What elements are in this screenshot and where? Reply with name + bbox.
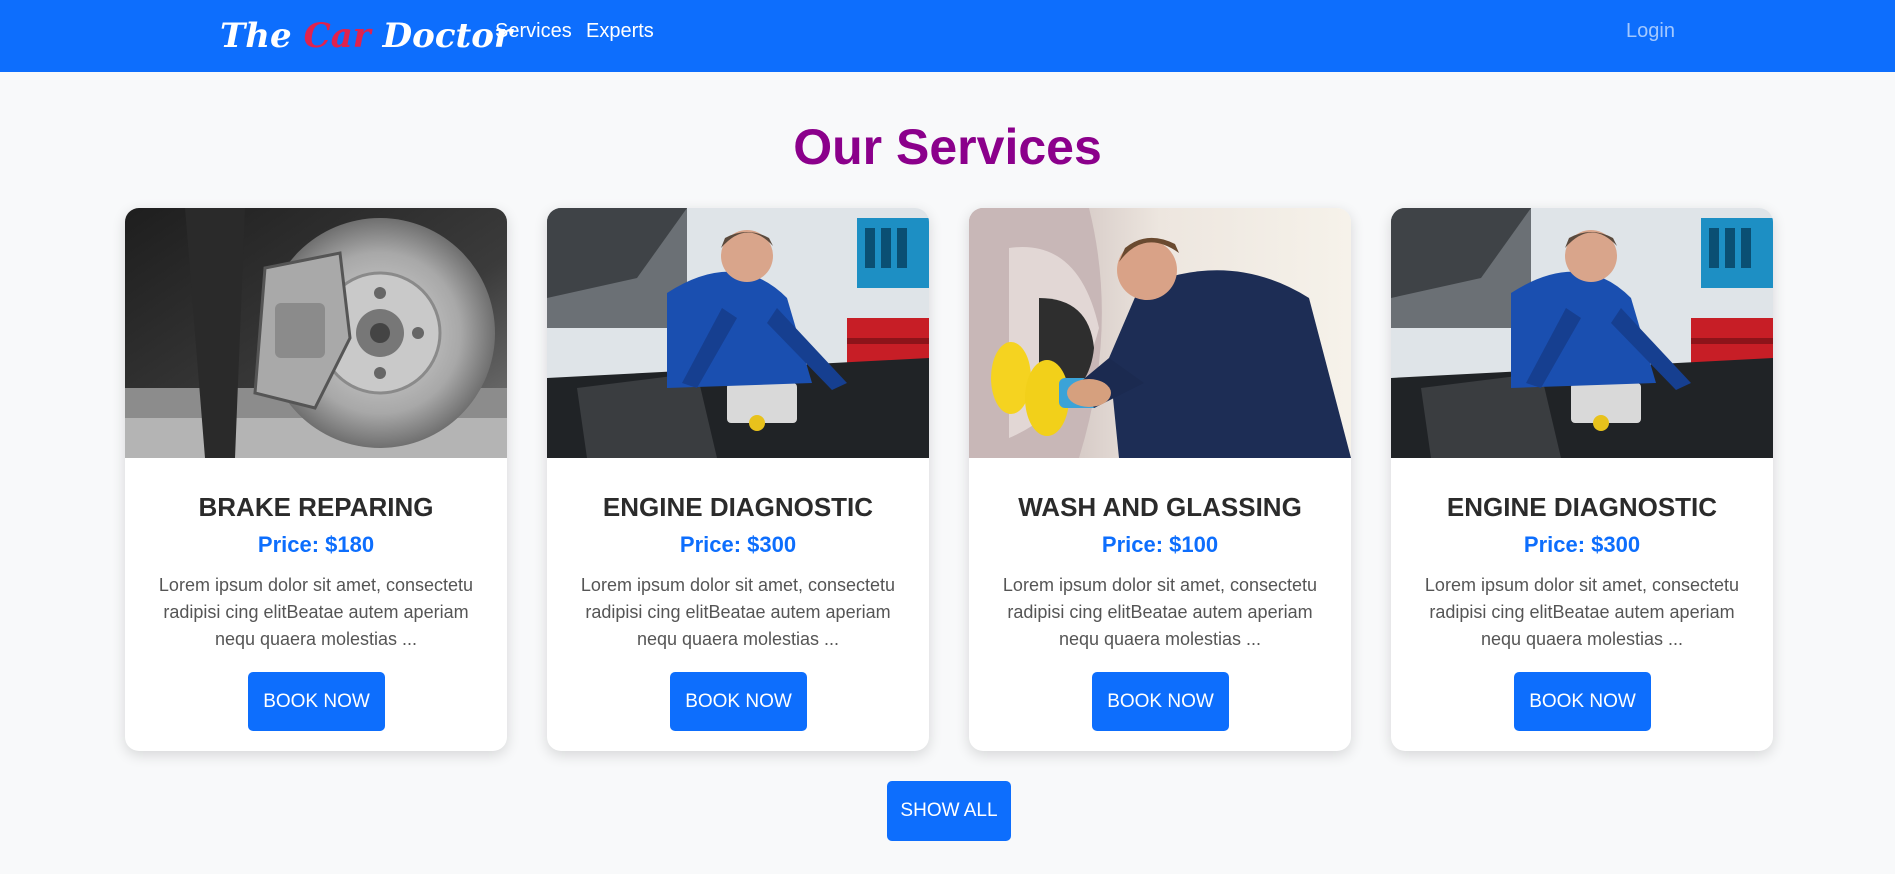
show-all-button[interactable]: SHOW ALL	[887, 781, 1011, 841]
mechanic-engine-image	[1391, 208, 1773, 458]
service-price: Price: $300	[679, 532, 797, 557]
service-card: ENGINE DIAGNOSTIC Price: $300 Lorem ipsu…	[1391, 208, 1773, 751]
nav-link-services[interactable]: Services	[495, 20, 572, 43]
service-price: Price: $180	[257, 532, 375, 557]
brake-disc-image	[125, 208, 507, 458]
site-logo[interactable]: The Car Doctor	[220, 10, 512, 62]
service-card: BRAKE REPARING Price: $180 Lorem ipsum d…	[125, 208, 507, 751]
service-price: Price: $300	[1523, 532, 1641, 557]
book-now-button[interactable]: BOOK NOW	[670, 672, 807, 731]
navbar: The Car Doctor Services Experts Login	[0, 0, 1895, 72]
service-name: WASH AND GLASSING	[1018, 492, 1302, 522]
book-now-button[interactable]: BOOK NOW	[248, 672, 385, 731]
service-description: Lorem ipsum dolor sit amet, consectetu r…	[1002, 575, 1318, 649]
service-name: BRAKE REPARING	[198, 492, 434, 522]
service-description: Lorem ipsum dolor sit amet, consectetu r…	[580, 575, 896, 649]
nav-link-experts[interactable]: Experts	[586, 20, 654, 43]
book-now-button[interactable]: BOOK NOW	[1092, 672, 1229, 731]
mechanic-engine-image	[547, 208, 929, 458]
nav-link-login[interactable]: Login	[1626, 20, 1675, 43]
book-now-button[interactable]: BOOK NOW	[1514, 672, 1651, 731]
service-price: Price: $100	[1101, 532, 1219, 557]
logo-accent: Car	[303, 16, 371, 56]
service-description: Lorem ipsum dolor sit amet, consectetu r…	[1424, 575, 1740, 649]
logo-suffix: Doctor	[382, 16, 512, 56]
page-title: Our Services	[793, 119, 1102, 175]
service-card: WASH AND GLASSING Price: $100 Lorem ipsu…	[969, 208, 1351, 751]
service-name: ENGINE DIAGNOSTIC	[1446, 492, 1718, 522]
logo-prefix: The	[220, 16, 292, 56]
service-name: ENGINE DIAGNOSTIC	[602, 492, 874, 522]
service-description: Lorem ipsum dolor sit amet, consectetu r…	[158, 575, 474, 649]
service-card: ENGINE DIAGNOSTIC Price: $300 Lorem ipsu…	[547, 208, 929, 751]
car-polishing-image	[969, 208, 1351, 458]
